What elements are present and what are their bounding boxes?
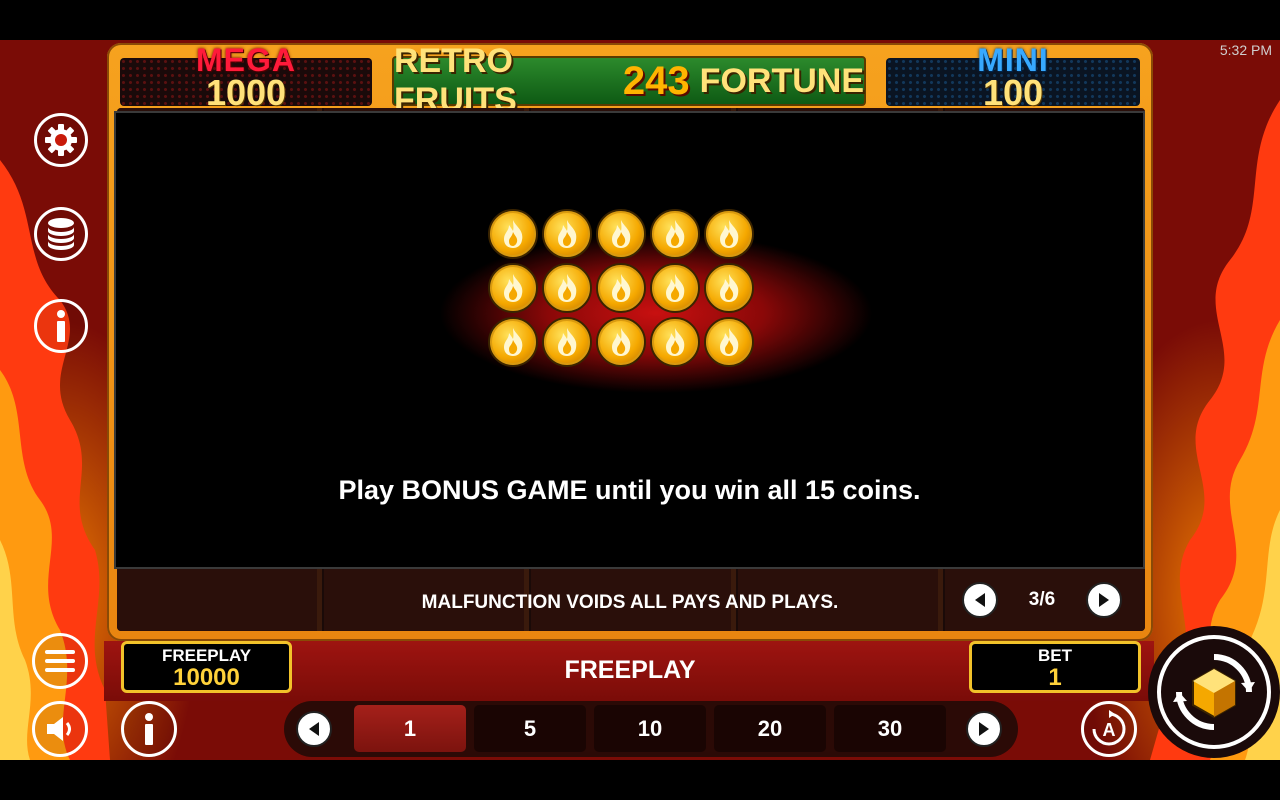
spin-ring	[1157, 635, 1271, 749]
flame-icon	[504, 274, 523, 302]
spin-icon	[1173, 654, 1255, 730]
flame-icon	[666, 328, 685, 356]
next-page-button[interactable]	[1085, 582, 1122, 618]
info-button[interactable]	[34, 299, 88, 353]
bonus-coin	[542, 317, 592, 367]
bet-option[interactable]: 20	[714, 705, 826, 752]
bet-value: 1	[1048, 664, 1062, 691]
balance-box: FREEPLAY 10000	[121, 641, 292, 693]
bet-option[interactable]: 30	[834, 705, 946, 752]
game-title-logo: RETRO FRUITS 243 FORTUNE	[392, 42, 866, 119]
bonus-coin	[596, 263, 646, 313]
svg-text:A: A	[1103, 720, 1116, 740]
malfunction-notice: MALFUNCTION VOIDS ALL PAYS AND PLAYS.	[421, 592, 839, 613]
paytable-info-button[interactable]	[121, 701, 177, 757]
flame-icon	[666, 274, 685, 302]
spin-button[interactable]	[1148, 626, 1280, 758]
flame-icon	[720, 274, 739, 302]
flame-icon	[504, 328, 523, 356]
bonus-coin	[596, 209, 646, 259]
bet-next-button[interactable]	[966, 711, 1002, 747]
bet-prev-button[interactable]	[296, 711, 332, 747]
speaker-icon	[47, 717, 71, 741]
title-part-3: FORTUNE	[699, 61, 864, 100]
bet-box: BET 1	[969, 641, 1141, 693]
gear-icon	[45, 124, 77, 156]
bonus-coin	[650, 263, 700, 313]
flame-icon	[612, 220, 631, 248]
settings-button[interactable]	[34, 113, 88, 167]
info-icon	[145, 713, 153, 745]
bonus-coin	[488, 209, 538, 259]
flame-icon	[558, 328, 577, 356]
bet-label: BET	[1038, 646, 1072, 665]
autoplay-icon: A	[1092, 710, 1126, 746]
info-text: Play BONUS GAME until you win all 15 coi…	[338, 475, 921, 505]
bonus-coin	[596, 317, 646, 367]
mode-label: FREEPLAY	[564, 656, 696, 684]
bet-option[interactable]: 1	[354, 705, 466, 752]
info-icon	[57, 310, 65, 342]
flame-icon	[558, 274, 577, 302]
coin-stack-icon	[48, 218, 74, 250]
sound-button[interactable]	[32, 701, 88, 757]
bonus-coin	[704, 263, 754, 313]
menu-icon	[45, 650, 75, 672]
info-pager: 3/6	[962, 580, 1122, 620]
bonus-coin	[488, 263, 538, 313]
bonus-coin	[704, 317, 754, 367]
bonus-coin	[650, 209, 700, 259]
bet-option[interactable]: 5	[474, 705, 586, 752]
bonus-coin	[704, 209, 754, 259]
arrow-right-icon	[979, 722, 989, 736]
bet-option[interactable]: 10	[594, 705, 706, 752]
balance-value: 10000	[173, 664, 240, 691]
flame-icon	[720, 220, 739, 248]
page-indicator: 3/6	[1028, 589, 1056, 610]
balance-label: FREEPLAY	[161, 646, 252, 665]
status-clock: 5:32 PM	[1219, 42, 1272, 58]
bonus-coin	[542, 209, 592, 259]
title-part-2: 243	[622, 58, 690, 103]
menu-button[interactable]	[32, 633, 88, 689]
mini-jackpot: MINI 100	[886, 42, 1140, 113]
arrow-right-icon	[1098, 593, 1109, 607]
bonus-coin	[650, 317, 700, 367]
flame-icon	[612, 274, 631, 302]
flame-icon	[504, 220, 523, 248]
autoplay-button[interactable]: A	[1081, 701, 1137, 757]
arrow-left-icon	[975, 593, 985, 607]
bonus-coin	[542, 263, 592, 313]
bonus-coin	[488, 317, 538, 367]
arrow-left-icon	[309, 722, 319, 736]
flame-icon	[612, 328, 631, 356]
info-panel: Play BONUS GAME until you win all 15 coi…	[114, 111, 1145, 569]
prev-page-button[interactable]	[962, 582, 998, 618]
flame-icon	[720, 328, 739, 356]
flame-icon	[666, 220, 685, 248]
coins-button[interactable]	[34, 207, 88, 261]
flame-icon	[558, 220, 577, 248]
coin-grid	[488, 209, 757, 370]
mega-jackpot: MEGA 1000	[120, 42, 372, 113]
